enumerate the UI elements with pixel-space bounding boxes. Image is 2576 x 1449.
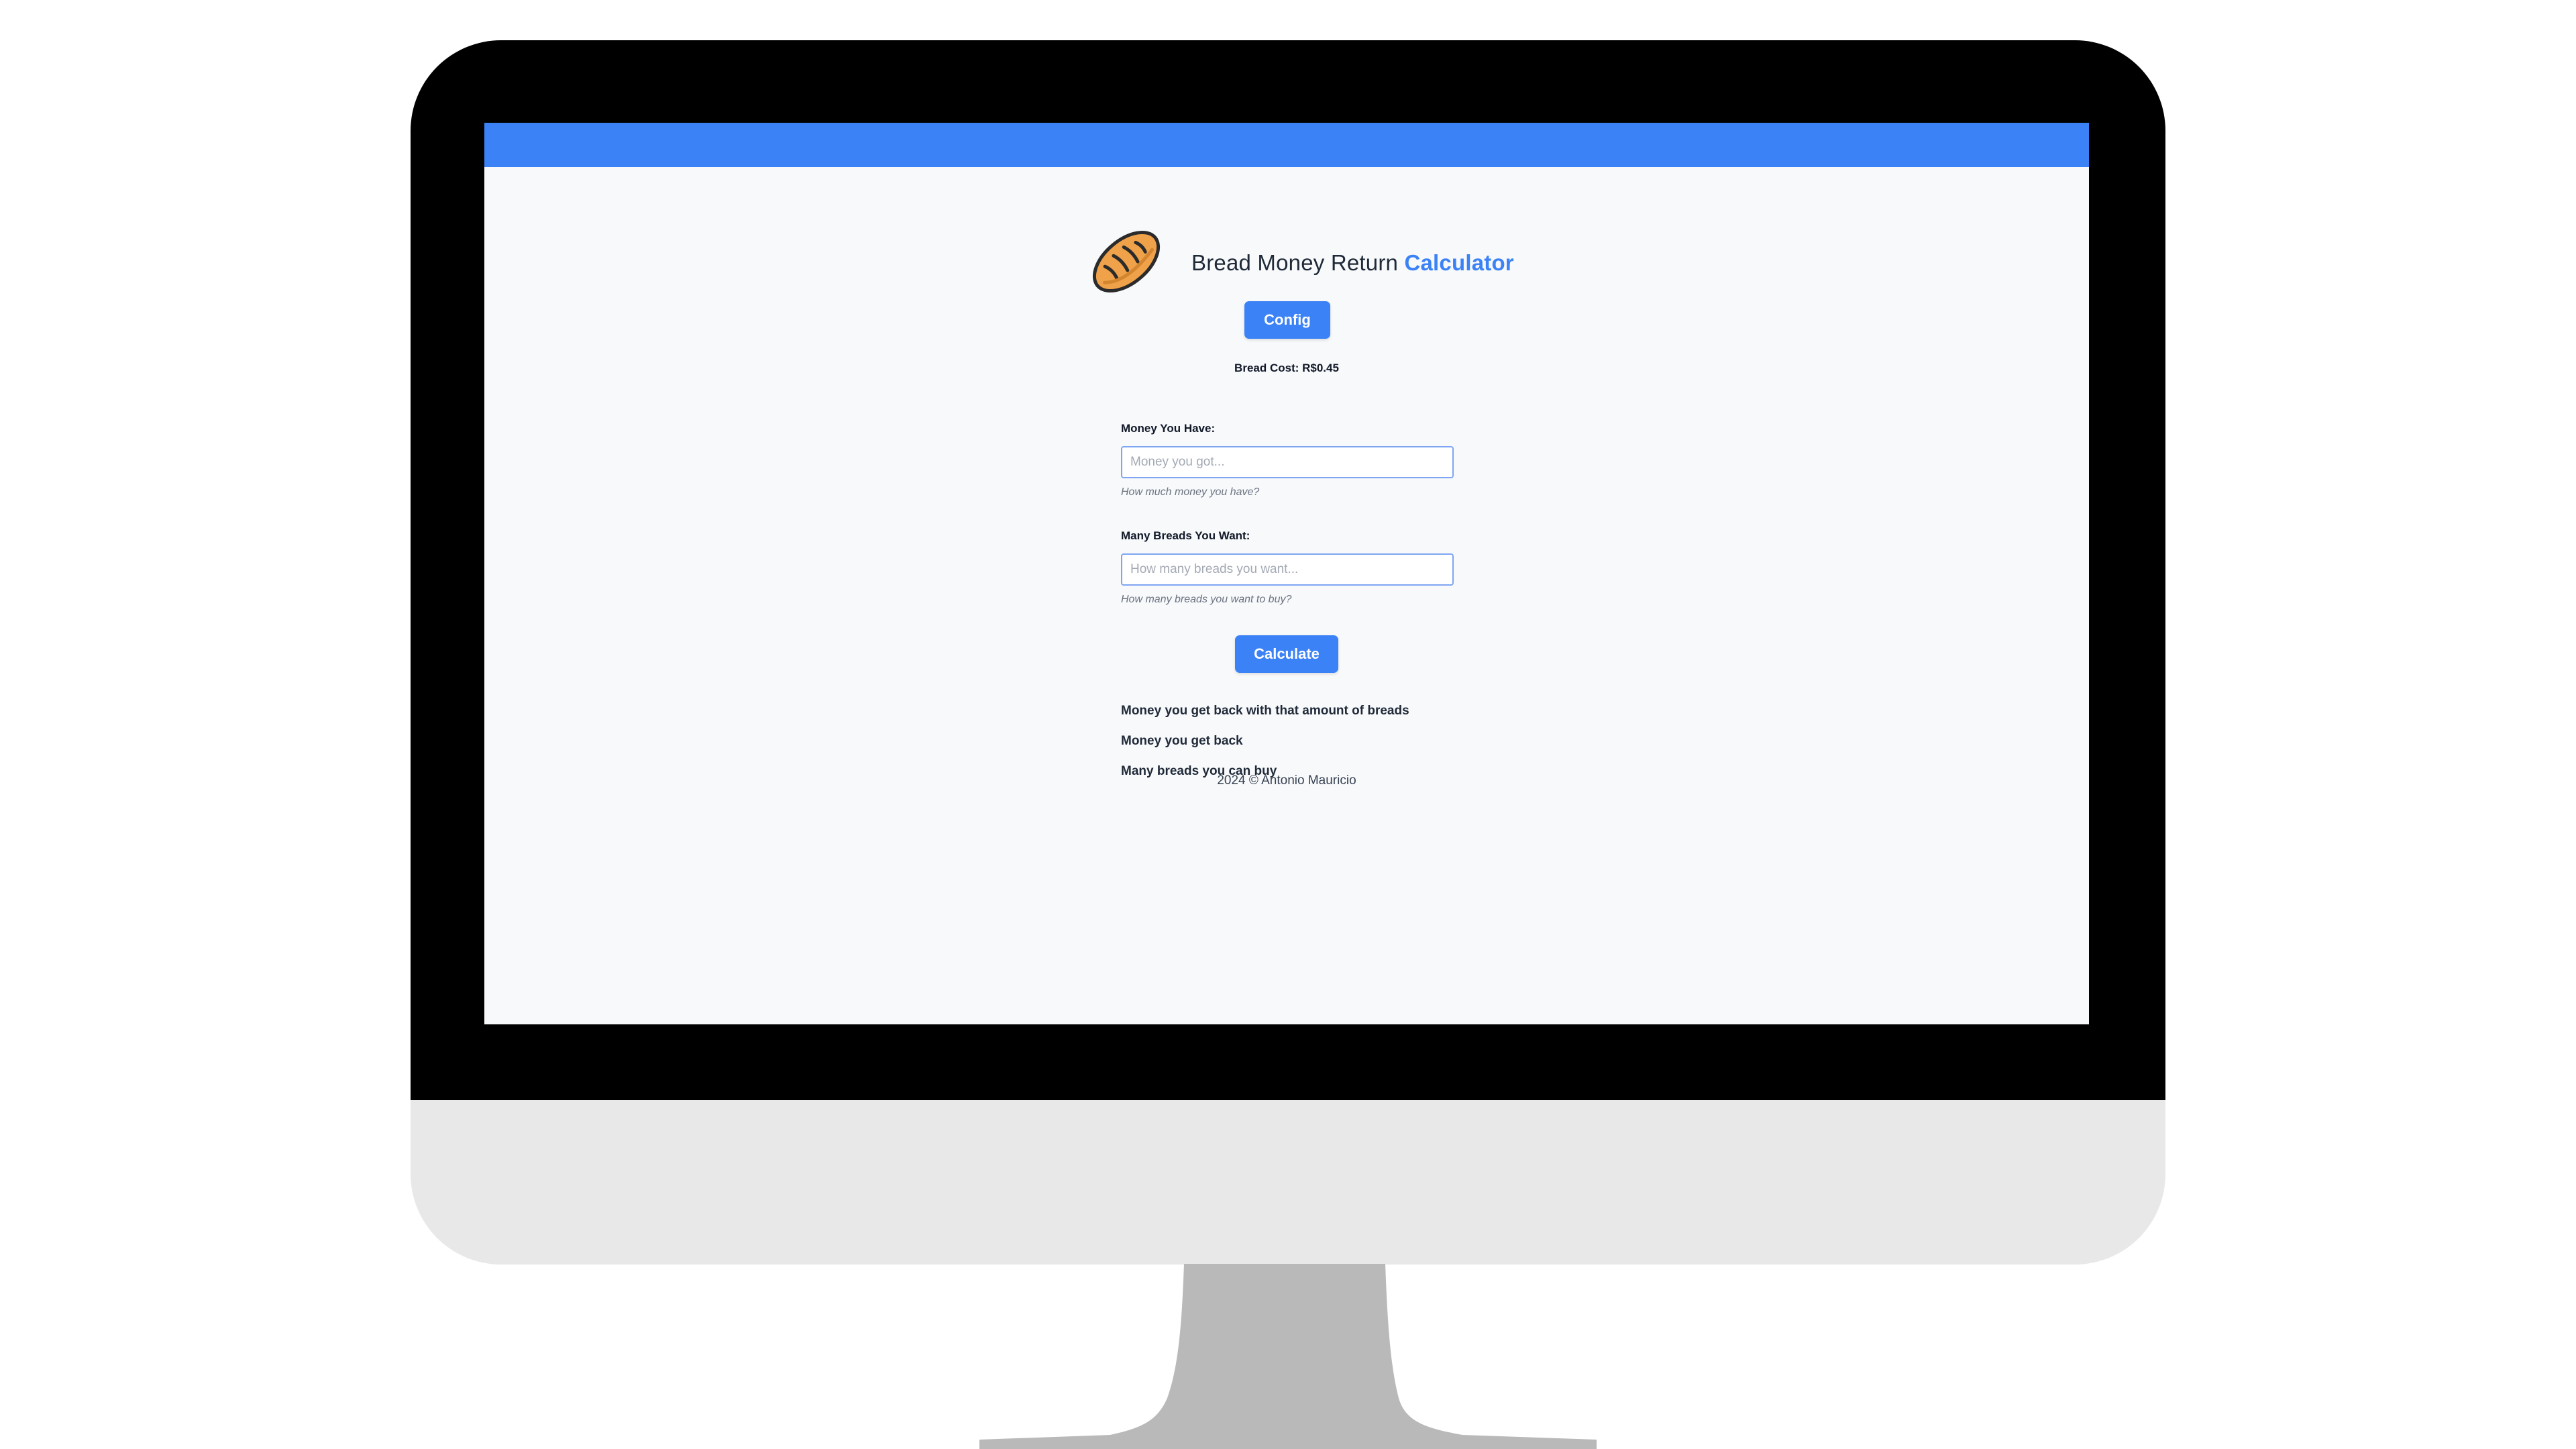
result-money-back-with-breads: Money you get back with that amount of b…	[1121, 704, 1409, 718]
title-accent: Calculator	[1404, 250, 1514, 275]
config-button[interactable]: Config	[1244, 301, 1330, 339]
desktop-mockup: Bread Money Return Calculator Config Bre…	[0, 0, 2576, 1449]
bread-loaf-icon	[1092, 230, 1161, 293]
app-header: Bread Money Return Calculator	[1087, 222, 1516, 303]
breads-help-text: How many breads you want to buy?	[1121, 594, 1292, 605]
money-label: Money You Have:	[1121, 422, 1216, 435]
breads-input[interactable]	[1121, 553, 1454, 586]
browser-screen: Bread Money Return Calculator Config Bre…	[484, 123, 2089, 1024]
footer-copyright: 2024 © Antonio Mauricio	[1217, 773, 1356, 788]
money-help-text: How much money you have?	[1121, 486, 1260, 498]
page-content: Bread Money Return Calculator Config Bre…	[484, 167, 2089, 1024]
result-money-back: Money you get back	[1121, 734, 1243, 748]
breads-label: Many Breads You Want:	[1121, 529, 1250, 542]
money-input[interactable]	[1121, 446, 1454, 478]
calculate-button[interactable]: Calculate	[1235, 635, 1338, 673]
bread-cost-text: Bread Cost: R$0.45	[1234, 362, 1339, 374]
monitor-chin	[411, 1100, 2165, 1265]
monitor-stand	[979, 1264, 1597, 1449]
top-navbar	[484, 123, 2089, 167]
page-title: Bread Money Return Calculator	[1191, 250, 1514, 276]
title-prefix: Bread Money Return	[1191, 250, 1405, 275]
